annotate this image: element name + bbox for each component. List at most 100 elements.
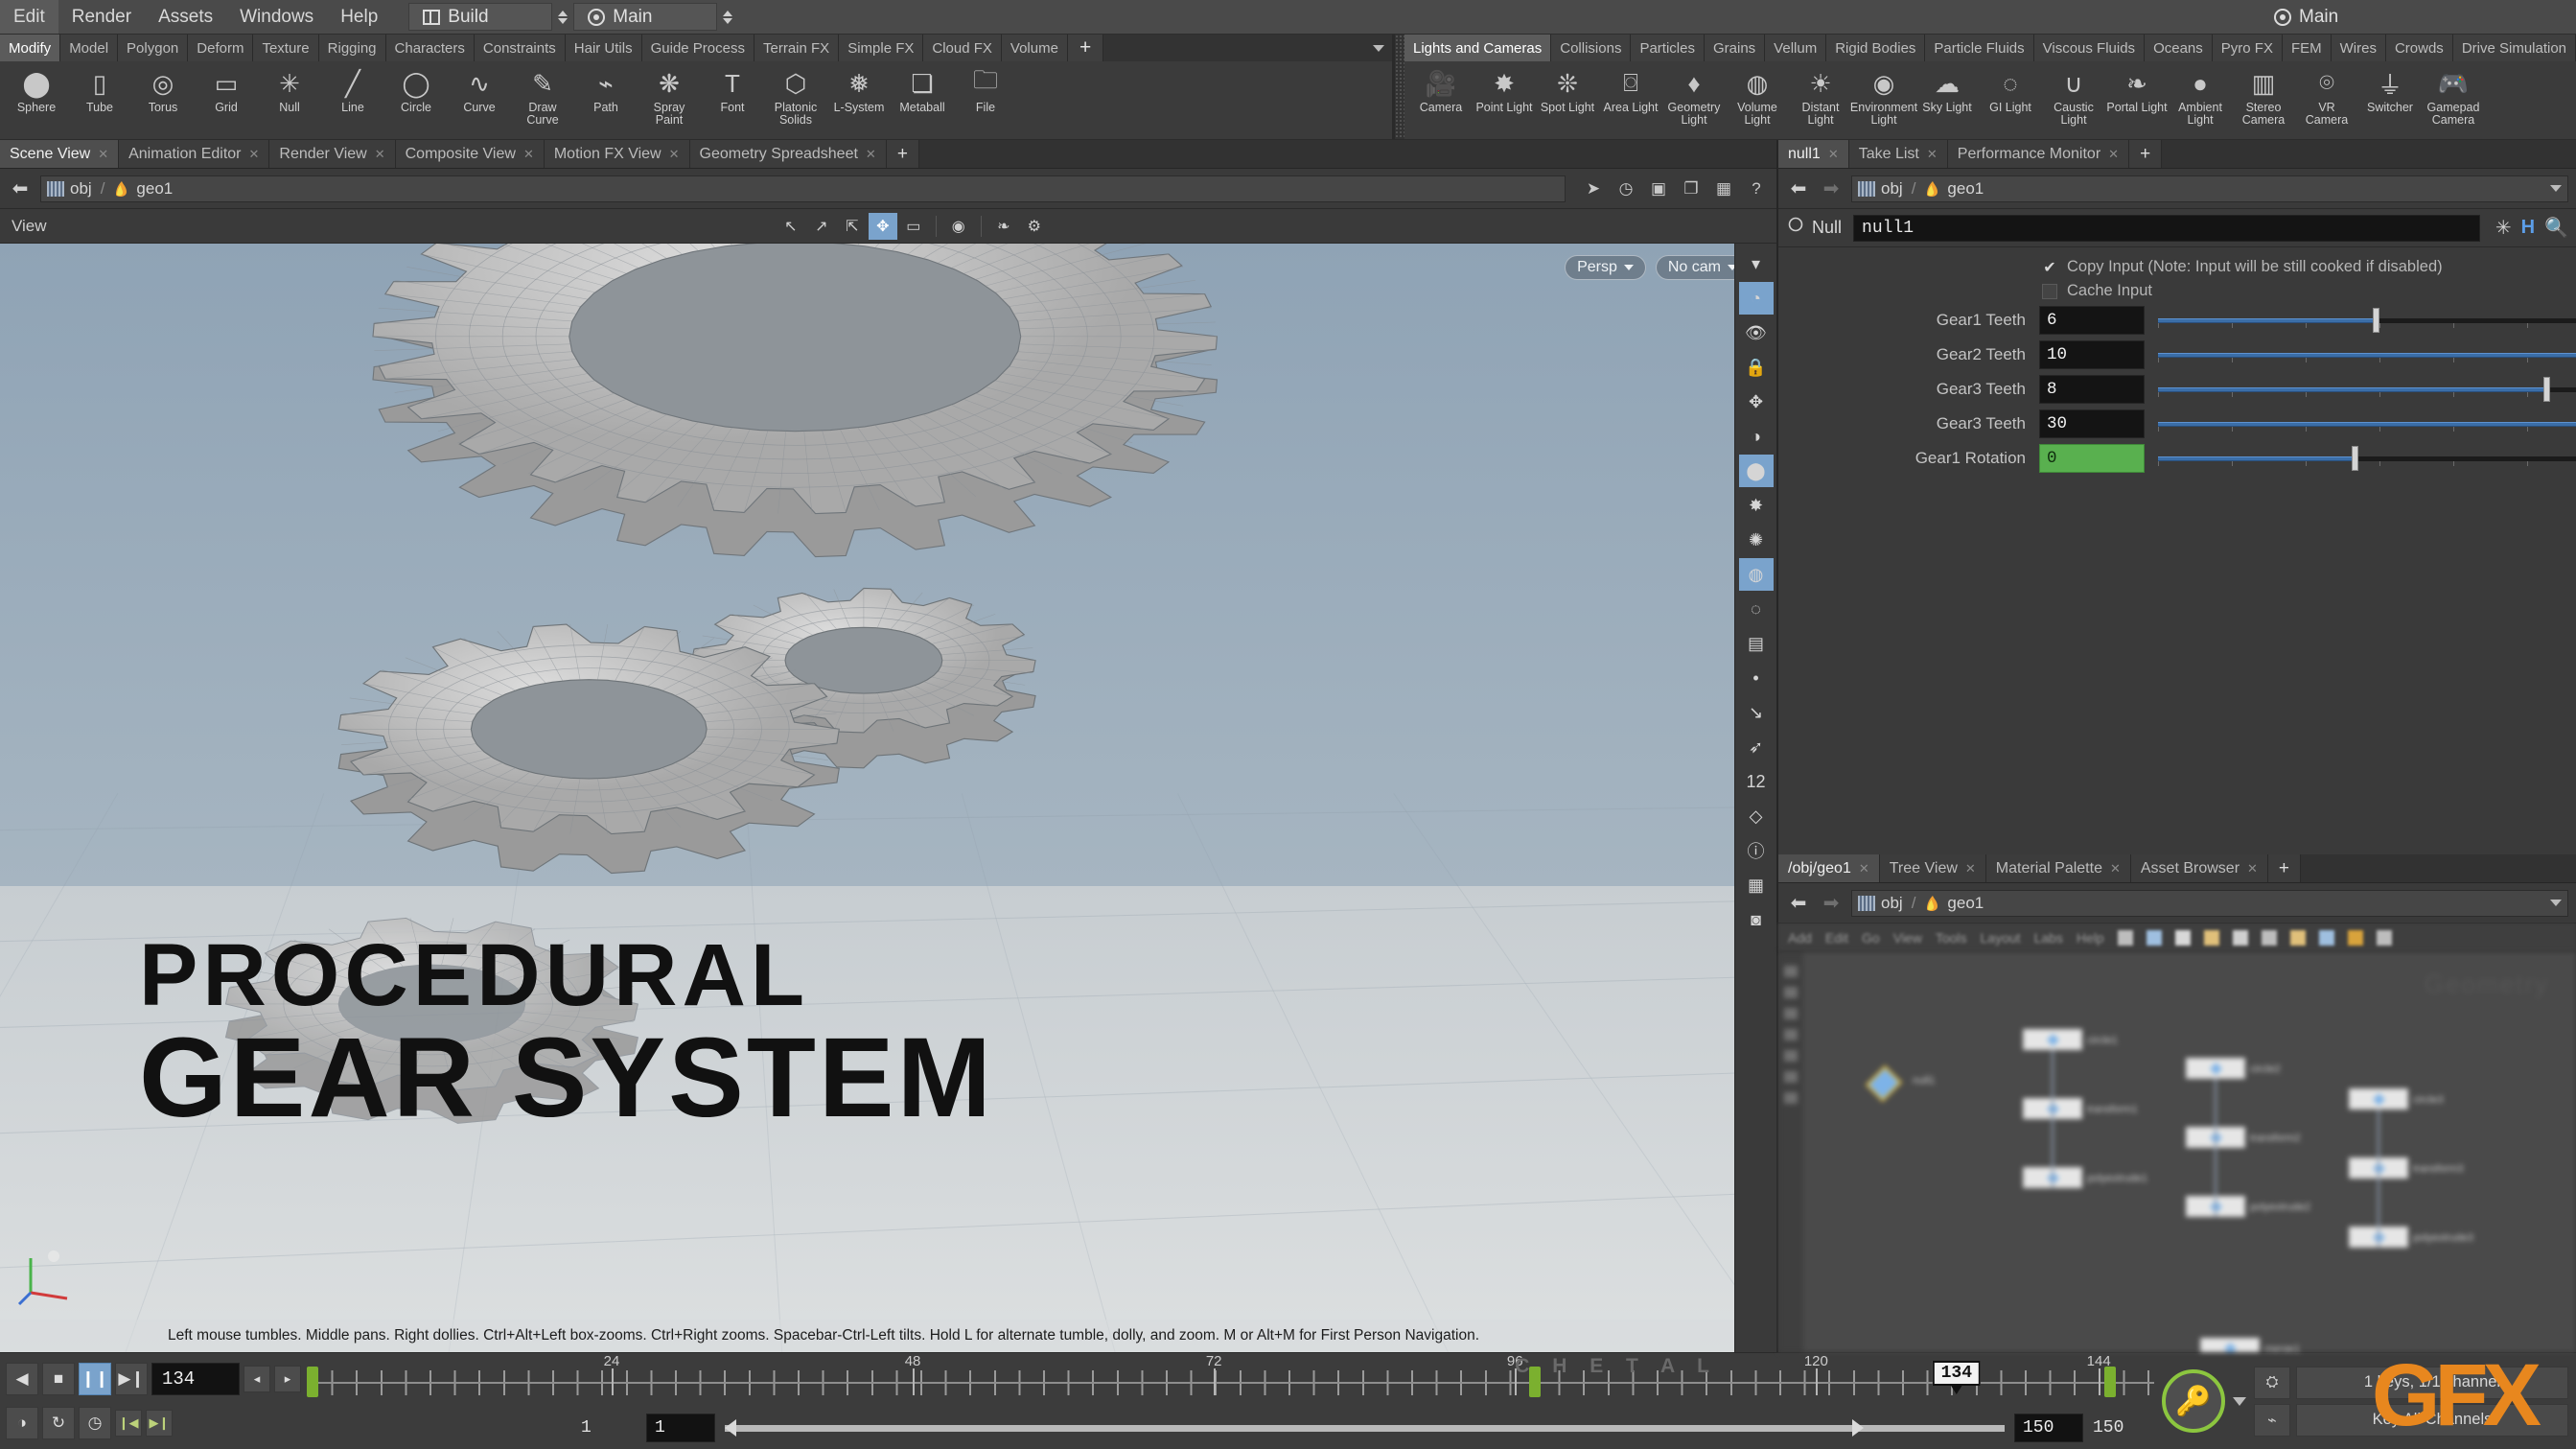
playhead[interactable]: 134	[1933, 1361, 1981, 1386]
guide-geometry-icon[interactable]: ◇	[1739, 800, 1774, 832]
network-toolbar-icon-0[interactable]	[2118, 930, 2133, 946]
close-icon[interactable]: ✕	[866, 147, 876, 162]
viewport-tab-geometry-spreadsheet[interactable]: Geometry Spreadsheet✕	[690, 140, 887, 168]
network-menu-view[interactable]: View	[1893, 930, 1922, 946]
shelf-left-tool-curve[interactable]: ∿Curve	[449, 65, 510, 114]
network-toolbar-icon-3[interactable]	[2204, 930, 2219, 946]
shelf-right-tool-camera[interactable]: 🎥Camera	[1410, 65, 1472, 114]
menu-item-render[interactable]: Render	[58, 0, 145, 34]
set-key-chevron-icon[interactable]	[2233, 1397, 2246, 1406]
viewport-tab-animation-editor[interactable]: Animation Editor✕	[119, 140, 269, 168]
parameters-add-tab-button[interactable]: +	[2129, 140, 2162, 168]
shelf-right-tab-oceans[interactable]: Oceans	[2145, 35, 2213, 61]
snapshot-icon[interactable]: ◙	[1739, 903, 1774, 936]
close-icon[interactable]: ✕	[375, 147, 385, 162]
current-frame-field[interactable]: 134	[151, 1363, 240, 1395]
frame-prev-button[interactable]: ◂	[244, 1366, 270, 1392]
snapping-icon[interactable]: ✥	[869, 213, 897, 240]
jump-end-button[interactable]: ▶❙	[146, 1410, 173, 1437]
network-toolbar-icon-2[interactable]	[2175, 930, 2191, 946]
shelf-left-tab-modify[interactable]: Modify	[0, 35, 60, 61]
lock-icon[interactable]: 🔒	[1739, 351, 1774, 384]
slider-handle[interactable]	[2373, 308, 2379, 333]
close-icon[interactable]: ✕	[1859, 861, 1869, 876]
shelf-right-tab-lights-and-cameras[interactable]: Lights and Cameras	[1404, 35, 1551, 61]
network-node-circle3[interactable]	[2349, 1088, 2408, 1110]
shelf-right-tool-environment-light[interactable]: ◉Environment Light	[1853, 65, 1915, 127]
shelf-left-tool-sphere[interactable]: ⬤Sphere	[6, 65, 67, 114]
network-node-null1[interactable]	[1866, 1065, 1902, 1102]
close-icon[interactable]: ✕	[669, 147, 680, 162]
shelf-left-tool-metaball[interactable]: ❏Metaball	[892, 65, 953, 114]
playback-start-field[interactable]: 1	[646, 1414, 715, 1442]
ghost-icon[interactable]: ❧	[989, 213, 1018, 240]
shelf-right-tool-point-light[interactable]: ✸Point Light	[1474, 65, 1535, 114]
operator-name-field[interactable]: null1	[1853, 215, 2480, 242]
network-node-circle2[interactable]	[2186, 1058, 2245, 1079]
parameter-value-field[interactable]: 0	[2039, 444, 2145, 473]
shelf-left-tab-texture[interactable]: Texture	[253, 35, 318, 61]
key-channels-icon[interactable]: ⛭	[2254, 1367, 2290, 1399]
material-icon[interactable]: ◍	[1739, 558, 1774, 591]
shelf-right-tool-stereo-camera[interactable]: ▥Stereo Camera	[2233, 65, 2294, 127]
close-icon[interactable]: ✕	[2108, 147, 2119, 162]
shelf-left-tool-circle[interactable]: ◯Circle	[385, 65, 447, 114]
viewport-settings-icon[interactable]: ⚙	[1020, 213, 1049, 240]
shelf-right-tool-gi-light[interactable]: ◌GI Light	[1980, 65, 2041, 114]
xray-icon[interactable]: ◌	[1739, 593, 1774, 625]
shading-sphere-icon[interactable]: ⬤	[1739, 455, 1774, 487]
network-tab-tree-view[interactable]: Tree View✕	[1880, 854, 1986, 882]
shelf-left-tool-l-system[interactable]: ❅L-System	[828, 65, 890, 114]
network-tab-asset-browser[interactable]: Asset Browser✕	[2131, 854, 2268, 882]
slider-handle[interactable]	[2543, 377, 2550, 402]
shelf-left-tab-hair-utils[interactable]: Hair Utils	[566, 35, 642, 61]
realtime-toggle-button[interactable]: ◷	[79, 1407, 111, 1439]
network-toolbar-icon-5[interactable]	[2262, 930, 2277, 946]
shelf-right-tool-switcher[interactable]: ⏚Switcher	[2359, 65, 2421, 114]
shelf-left-tool-font[interactable]: TFont	[702, 65, 763, 114]
houdini-help-icon[interactable]: H	[2521, 217, 2535, 239]
select-tool-icon[interactable]: ↖	[777, 213, 805, 240]
network-tab--obj-geo1[interactable]: /obj/geo1✕	[1778, 854, 1880, 882]
point-numbers-icon[interactable]: 12	[1739, 765, 1774, 798]
menu-item-assets[interactable]: Assets	[145, 0, 226, 34]
network-toolbar-icon-8[interactable]	[2348, 930, 2363, 946]
search-icon[interactable]: 🔍	[2544, 216, 2568, 240]
network-toolbar-icon-6[interactable]	[2290, 930, 2306, 946]
shelf-left-tab-guide-process[interactable]: Guide Process	[642, 35, 754, 61]
set-key-button[interactable]: 🔑	[2162, 1369, 2225, 1433]
shelf-right-tool-spot-light[interactable]: ❊Spot Light	[1537, 65, 1598, 114]
network-menu-go[interactable]: Go	[1862, 930, 1880, 946]
params-back-icon[interactable]: ⬅	[1786, 176, 1811, 201]
select-mode-icon[interactable]: ✥	[1739, 386, 1774, 418]
viewport-menu-icon[interactable]: ▾	[1739, 247, 1774, 280]
handle-tool-icon[interactable]: ↗	[807, 213, 836, 240]
shelf-left-tool-null[interactable]: ✳Null	[259, 65, 320, 114]
copy-icon[interactable]: ❐	[1679, 176, 1704, 201]
shelf-right-tool-distant-light[interactable]: ☀Distant Light	[1790, 65, 1851, 127]
shelf-left-add-tab-button[interactable]: +	[1068, 35, 1103, 61]
network-menu-add[interactable]: Add	[1788, 930, 1812, 946]
shelf-left-tool-draw-curve[interactable]: ✎Draw Curve	[512, 65, 573, 127]
shelf-right-tool-caustic-light[interactable]: ∪Caustic Light	[2043, 65, 2104, 127]
shelf-set-selector[interactable]: Main	[573, 3, 717, 31]
shadow-toggle-icon[interactable]: ✺	[1739, 524, 1774, 556]
audio-toggle-button[interactable]: ◑	[6, 1407, 38, 1439]
play-forward-button[interactable]: ▶❙	[115, 1363, 148, 1395]
shelf-right-tab-rigid-bodies[interactable]: Rigid Bodies	[1826, 35, 1925, 61]
shelf-left-tool-torus[interactable]: ◎Torus	[132, 65, 194, 114]
network-left-rail[interactable]	[1778, 952, 1803, 1352]
net-path-chevron-icon[interactable]	[2550, 900, 2562, 906]
shelf-left-tab-terrain-fx[interactable]: Terrain FX	[754, 35, 839, 61]
point-display-icon[interactable]: •	[1739, 662, 1774, 694]
shelf-left-tab-cloud-fx[interactable]: Cloud FX	[923, 35, 1002, 61]
display-options-icon[interactable]: ▭	[899, 213, 928, 240]
clock-icon[interactable]: ◷	[1613, 176, 1638, 201]
shelf-set-stepper[interactable]	[717, 0, 738, 34]
shelf-left-tool-line[interactable]: ╱Line	[322, 65, 383, 114]
shelf-left-tabs-chevron-down-icon[interactable]	[1373, 45, 1384, 52]
parameters-tab-performance-monitor[interactable]: Performance Monitor✕	[1948, 140, 2129, 168]
info-overlay-icon[interactable]: ⓘ	[1739, 834, 1774, 867]
net-back-icon[interactable]: ⬅	[1786, 891, 1811, 916]
shelf-right-tool-geometry-light[interactable]: ♦Geometry Light	[1663, 65, 1725, 127]
